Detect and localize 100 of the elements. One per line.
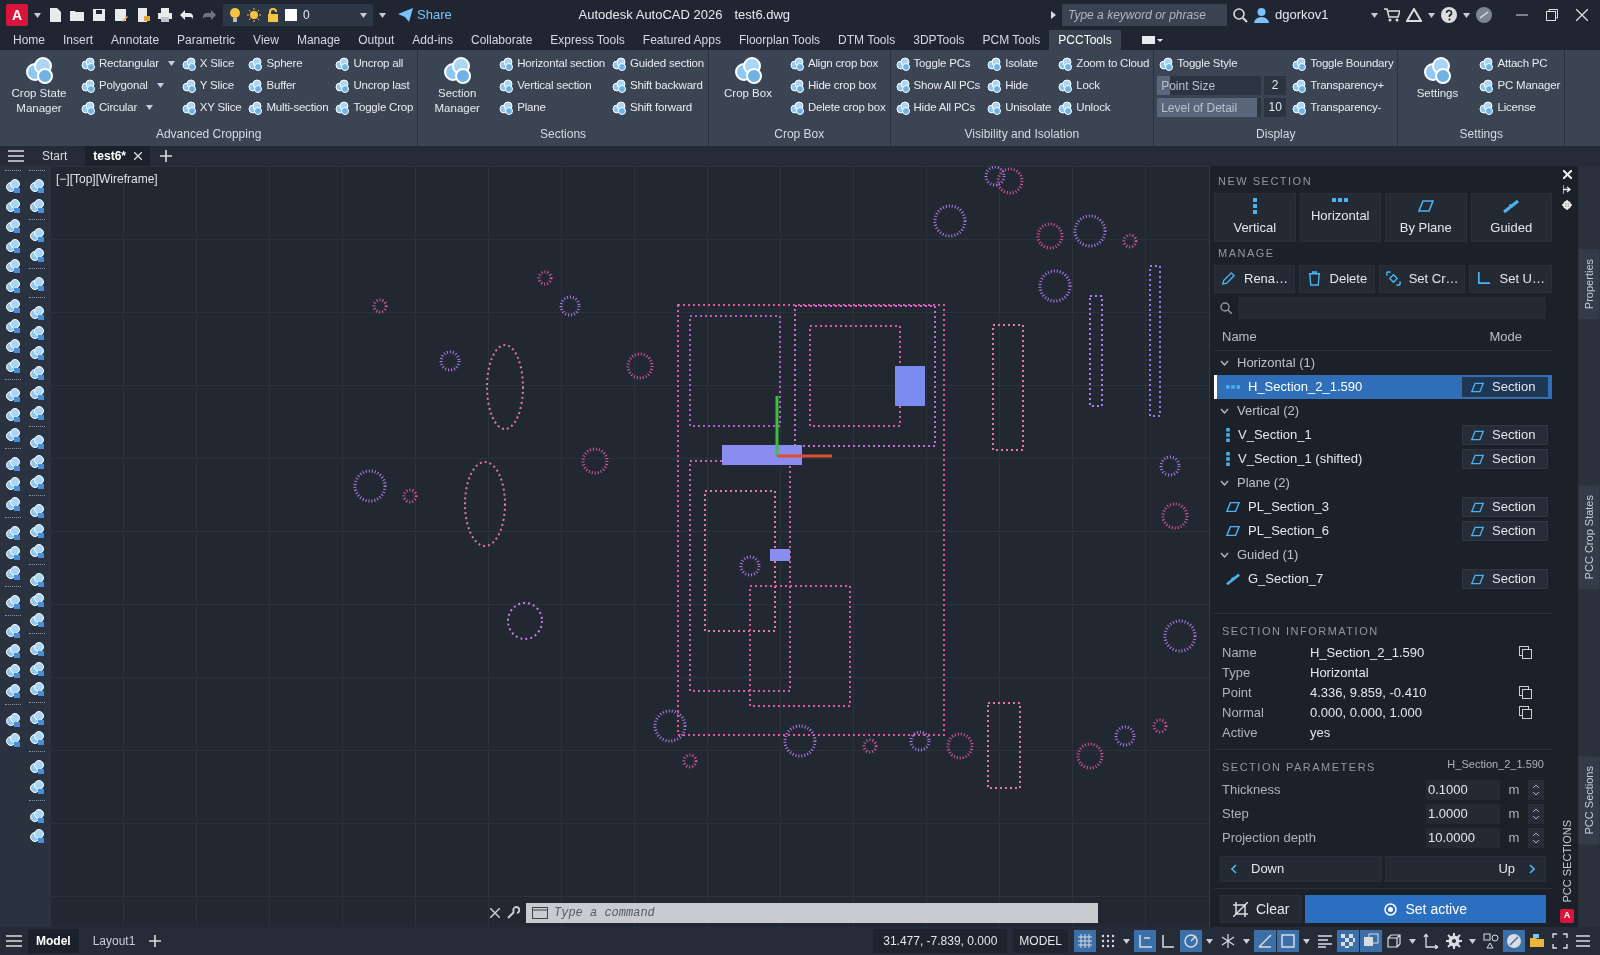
section-row[interactable]: PL_Section_3 Section [1214,495,1552,519]
cycling-toggle[interactable] [1360,930,1382,952]
spinner-control[interactable] [1528,828,1544,848]
ribbon-large-button[interactable]: Settings [1401,54,1474,123]
cloud-tool-icon[interactable] [28,591,46,609]
cloud-tool-icon[interactable] [4,217,22,235]
ribbon-button[interactable]: PC Manager [1477,76,1561,95]
print-icon[interactable] [157,7,173,23]
ribbon-button[interactable]: Hide crop box [787,76,887,95]
chevron-icon[interactable] [1220,480,1229,486]
cloud-tool-icon[interactable] [28,660,46,678]
ribbon-button[interactable]: Vertical section [497,76,607,95]
ribbon-button[interactable]: Toggle Style [1157,54,1287,73]
ribbon-large-button[interactable]: Crop State Manager [3,54,75,123]
help-icon[interactable] [1441,7,1457,23]
ribbon-large-button[interactable]: Crop Box [711,54,784,123]
number-field[interactable]: 10.0000 [1426,828,1500,848]
cloud-tool-icon[interactable] [4,622,22,640]
cloud-tool-icon[interactable] [28,177,46,195]
cloud-tool-icon[interactable] [28,611,46,629]
cloud-tool-icon[interactable] [28,453,46,471]
caret-icon[interactable] [1243,938,1250,944]
ribbon-button[interactable]: Lock [1056,76,1151,95]
mode-button[interactable]: Section [1462,425,1548,445]
ribbon-button[interactable]: Delete crop box [787,98,887,117]
ribbon-tab[interactable]: PCM Tools [973,30,1050,50]
ribbon-button[interactable]: Multi-section [246,98,330,117]
ribbon-button[interactable]: Show All PCs [893,76,982,95]
ribbon-tab[interactable]: Manage [287,30,350,50]
cloud-tool-icon[interactable] [4,593,22,611]
cloud-tool-icon[interactable] [4,455,22,473]
tree-group[interactable]: Horizontal (1) [1214,351,1552,375]
ribbon-button[interactable]: Guided section [610,54,705,73]
cloud-tool-icon[interactable] [4,406,22,424]
ribbon-button[interactable]: Plane [497,98,607,117]
close-icon[interactable] [134,152,143,160]
manage-button[interactable]: Delete [1299,264,1375,293]
ribbon-tab[interactable]: Output [349,30,404,50]
tree-group[interactable]: Guided (1) [1214,543,1552,567]
tree-group[interactable]: Vertical (2) [1214,399,1552,423]
ribbon-tab[interactable]: Express Tools [541,30,634,50]
section-type-button[interactable]: Guided [1470,192,1552,242]
ribbon-tab[interactable]: Home [4,30,54,50]
terminal-icon[interactable] [532,907,548,919]
gear-toggle[interactable] [1443,930,1465,952]
user-icon[interactable] [1254,7,1269,23]
plus-icon[interactable] [160,150,173,162]
cloud-tool-icon[interactable] [4,277,22,295]
ribbon-tab[interactable]: Collaborate [462,30,542,50]
chevron-icon[interactable] [1220,408,1229,414]
ribbon-tab[interactable]: Annotate [102,30,169,50]
layout-tab[interactable]: Model [28,929,79,953]
ribbon-button[interactable]: Isolate [985,54,1053,73]
save-icon[interactable] [113,7,129,23]
cloud-tool-icon[interactable] [28,364,46,382]
ribbon-button[interactable]: Hide [985,76,1053,95]
cloud-tool-icon[interactable] [28,344,46,362]
ribbon-button[interactable]: Zoom to Cloud [1056,54,1151,73]
cloud-tool-icon[interactable] [28,502,46,520]
tree-group[interactable]: Plane (2) [1214,471,1552,495]
step-button[interactable]: Up [1384,856,1546,882]
document-icon[interactable] [135,7,151,23]
cloud-tool-icon[interactable] [4,426,22,444]
ribbon-tab[interactable]: Parametric [168,30,245,50]
restore-icon[interactable] [1546,9,1558,21]
app-logo[interactable]: A [6,4,28,26]
cloud-tool-icon[interactable] [28,473,46,491]
ribbon-button[interactable]: Y Slice [179,76,243,95]
ribbon-button[interactable]: Shift forward [610,98,705,117]
menu-icon[interactable] [8,150,24,162]
close-icon[interactable] [490,908,500,918]
clear-button[interactable]: Clear [1220,895,1303,923]
document-tab[interactable]: test6* [85,146,151,166]
manage-button[interactable]: Rena… [1214,264,1296,293]
user-name[interactable]: dgorkov1 [1275,5,1365,25]
pin-icon[interactable] [1562,185,1572,194]
section-row[interactable]: V_Section_1 (shifted) Section [1214,447,1552,471]
ribbon-button[interactable]: Uncrop all [333,54,415,73]
cloud-tool-icon[interactable] [28,778,46,796]
cloud-tool-icon[interactable] [4,662,22,680]
cloud-tool-icon[interactable] [28,709,46,727]
section-type-button[interactable]: By Plane [1385,192,1467,242]
ribbon-button[interactable]: Unisolate [985,98,1053,117]
viewport-label[interactable]: [−][Top][Wireframe] [56,170,158,188]
mode-button[interactable]: Section [1462,449,1548,469]
chevron-icon[interactable] [1220,360,1229,366]
section-row[interactable]: G_Section_7 Section [1214,567,1552,591]
ribbon-button[interactable]: License [1477,98,1561,117]
ribbon-tab[interactable]: Featured Apps [633,30,730,50]
copy-icon[interactable] [1519,686,1532,699]
mode-button[interactable]: Section [1462,377,1548,397]
side-tab[interactable]: Properties [1578,249,1600,320]
number-field[interactable]: 1.0000 [1426,804,1500,824]
file-icon[interactable] [47,7,63,23]
isolate-toggle[interactable] [1503,930,1525,952]
infer-toggle[interactable] [1134,930,1156,952]
caret-icon[interactable] [1123,938,1130,944]
plus-icon[interactable] [149,935,162,947]
set-active-button[interactable]: Set active [1305,895,1546,923]
ribbon-button[interactable]: Sphere [246,54,330,73]
